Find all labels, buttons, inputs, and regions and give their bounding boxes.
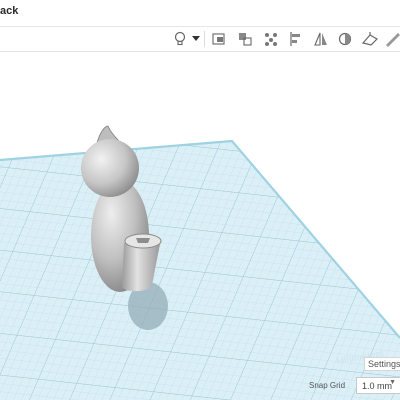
align-icon[interactable] [287,30,305,48]
mirror-icon[interactable] [336,30,354,48]
workplane-canvas[interactable] [0,52,400,400]
scatter-icon[interactable] [262,30,280,48]
ungroup-icon[interactable] [236,30,254,48]
top-bar: ack [0,0,400,27]
workplane-grid [0,139,400,400]
chevron-down-icon: ▼ [389,379,396,386]
settings-button[interactable]: Settings [364,357,400,371]
snap-grid-select[interactable]: 1.0 mm ▼ [356,377,400,394]
flip-icon[interactable] [312,30,330,48]
light-bulb-icon[interactable] [171,30,189,48]
toolbar [0,27,400,52]
group-icon[interactable] [210,30,228,48]
workplane-icon[interactable] [361,30,379,48]
ruler-icon[interactable] [383,30,400,48]
back-link[interactable]: ack [0,5,18,17]
workplane-viewport[interactable] [0,52,400,400]
snap-grid-value: 1.0 mm [362,381,393,391]
toolbar-divider [204,31,205,47]
object-head[interactable] [81,139,139,197]
dropdown-arrow-icon[interactable] [190,30,202,48]
